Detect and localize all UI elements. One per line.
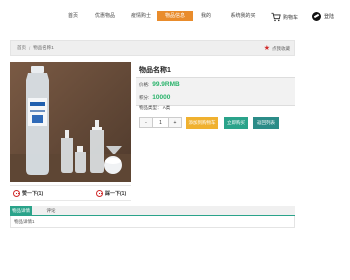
type-value: A类 (162, 105, 171, 110)
breadcrumb-current: 物品名称1 (33, 45, 54, 50)
nav-item-home[interactable]: 首页 (64, 11, 82, 21)
upvote-label: 赞一下(1) (22, 191, 44, 197)
breadcrumb-home[interactable]: 首页 (17, 45, 26, 51)
quantity-input[interactable]: 1 (152, 118, 169, 127)
login-label: 登陆 (324, 13, 335, 20)
nav-item-products[interactable]: 物品信息 (157, 11, 193, 21)
upvote-button[interactable]: 赞一下(1) (13, 190, 43, 197)
back-to-list-button[interactable]: 返回列表 (253, 117, 279, 129)
nav-item-epidemic[interactable]: 疫情购士 (128, 11, 154, 21)
breadcrumb: 首页 / 物品名称1 ★ 点我收藏 (10, 40, 295, 56)
nav-item-mine[interactable]: 我的 (198, 11, 214, 21)
downvote-button[interactable]: 踩一下(1) (96, 190, 126, 197)
login-link[interactable]: 登陆 (312, 10, 334, 22)
vote-bar: 赞一下(1) 踩一下(1) (10, 185, 131, 201)
downvote-label: 踩一下(1) (105, 191, 127, 197)
tab-details[interactable]: 物品详情 (10, 206, 32, 216)
detail-content: 物品详情1 (10, 216, 295, 228)
type-label: 物品类型： (139, 105, 162, 110)
add-to-cart-button[interactable]: 添加到购物车 (186, 117, 218, 129)
top-nav: 首页 优惠物品 疫情购士 物品信息 我的 系统我的买 (58, 11, 350, 23)
favorite-button[interactable]: ★ 点我收藏 (264, 45, 290, 52)
price-box: 价格: 99.9RMB 积分: 10000 (136, 77, 295, 106)
product-type: 物品类型： A类 (139, 105, 170, 111)
favorite-label: 点我收藏 (272, 45, 290, 51)
quantity-stepper: - 1 + (139, 117, 182, 128)
cart-link[interactable]: 购物车 (271, 11, 298, 23)
nav-item-discount[interactable]: 优惠物品 (92, 11, 118, 21)
price-label: 价格: (139, 81, 150, 87)
cart-icon (271, 12, 281, 22)
cart-label: 购物车 (283, 14, 299, 21)
product-image (10, 62, 131, 182)
points-value: 10000 (152, 94, 171, 101)
breadcrumb-separator: / (29, 45, 31, 51)
price-value: 99.9RMB (152, 81, 180, 88)
points-label: 积分: (139, 94, 150, 100)
product-photo (10, 62, 131, 182)
user-logo-icon (312, 11, 321, 21)
smile-icon (13, 190, 20, 197)
increase-button[interactable]: + (169, 118, 181, 127)
buy-now-button[interactable]: 立即购买 (224, 117, 248, 129)
frown-icon (96, 190, 103, 197)
star-icon: ★ (263, 45, 270, 52)
decrease-button[interactable]: - (140, 118, 152, 127)
detail-tabs: 物品详情 评论 (10, 206, 295, 216)
product-title: 物品名称1 (139, 67, 171, 74)
tab-comments[interactable]: 评论 (40, 206, 62, 216)
nav-item-system[interactable]: 系统我的买 (228, 11, 258, 21)
